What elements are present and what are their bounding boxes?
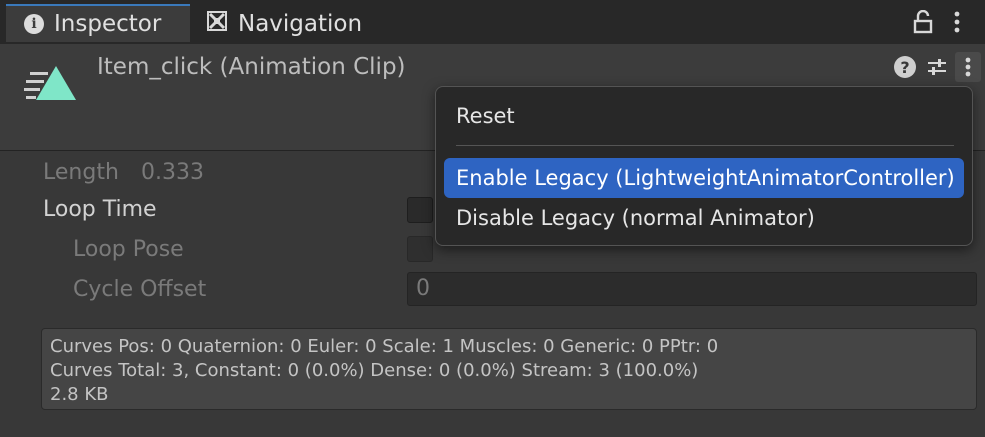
cycle-offset-field[interactable]: 0 (407, 272, 977, 306)
length-label: Length (43, 160, 119, 185)
info-icon: i (24, 14, 44, 34)
tab-bar: i Inspector Navigation (0, 0, 985, 44)
context-menu-button[interactable] (955, 52, 981, 82)
info-line: Curves Total: 3, Constant: 0 (0.0%) Dens… (50, 360, 699, 381)
presets-icon[interactable] (926, 56, 948, 78)
tab-label: Navigation (238, 11, 363, 37)
tab-label: Inspector (54, 11, 162, 37)
cycle-offset-label: Cycle Offset (73, 277, 207, 302)
info-line: Curves Pos: 0 Quaternion: 0 Euler: 0 Sca… (50, 336, 719, 357)
loop-time-label: Loop Time (43, 197, 157, 222)
menu-item-disable-legacy[interactable]: Disable Legacy (normal Animator) (444, 198, 964, 238)
menu-item-enable-legacy[interactable]: Enable Legacy (LightweightAnimatorContro… (444, 158, 964, 198)
menu-item-reset[interactable]: Reset (444, 96, 964, 136)
navigation-icon (206, 10, 228, 38)
tab-inspector[interactable]: i Inspector (6, 4, 190, 42)
clip-info-box: Curves Pos: 0 Quaternion: 0 Euler: 0 Sca… (41, 328, 977, 410)
loop-pose-checkbox[interactable] (407, 236, 433, 262)
tab-navigation[interactable]: Navigation (206, 4, 362, 44)
kebab-icon (965, 57, 971, 77)
length-value: 0.333 (141, 160, 204, 185)
loop-pose-label: Loop Pose (73, 237, 184, 262)
info-line: 2.8 KB (50, 384, 109, 405)
menu-separator (456, 145, 954, 146)
asset-title: Item_click (Animation Clip) (97, 54, 406, 80)
animation-clip-icon (24, 66, 76, 100)
loop-time-checkbox[interactable] (407, 197, 433, 223)
lock-icon[interactable] (912, 10, 934, 34)
help-icon[interactable]: ? (894, 56, 916, 78)
context-menu: Reset Enable Legacy (LightweightAnimator… (435, 86, 973, 246)
kebab-menu-icon[interactable] (950, 10, 964, 34)
